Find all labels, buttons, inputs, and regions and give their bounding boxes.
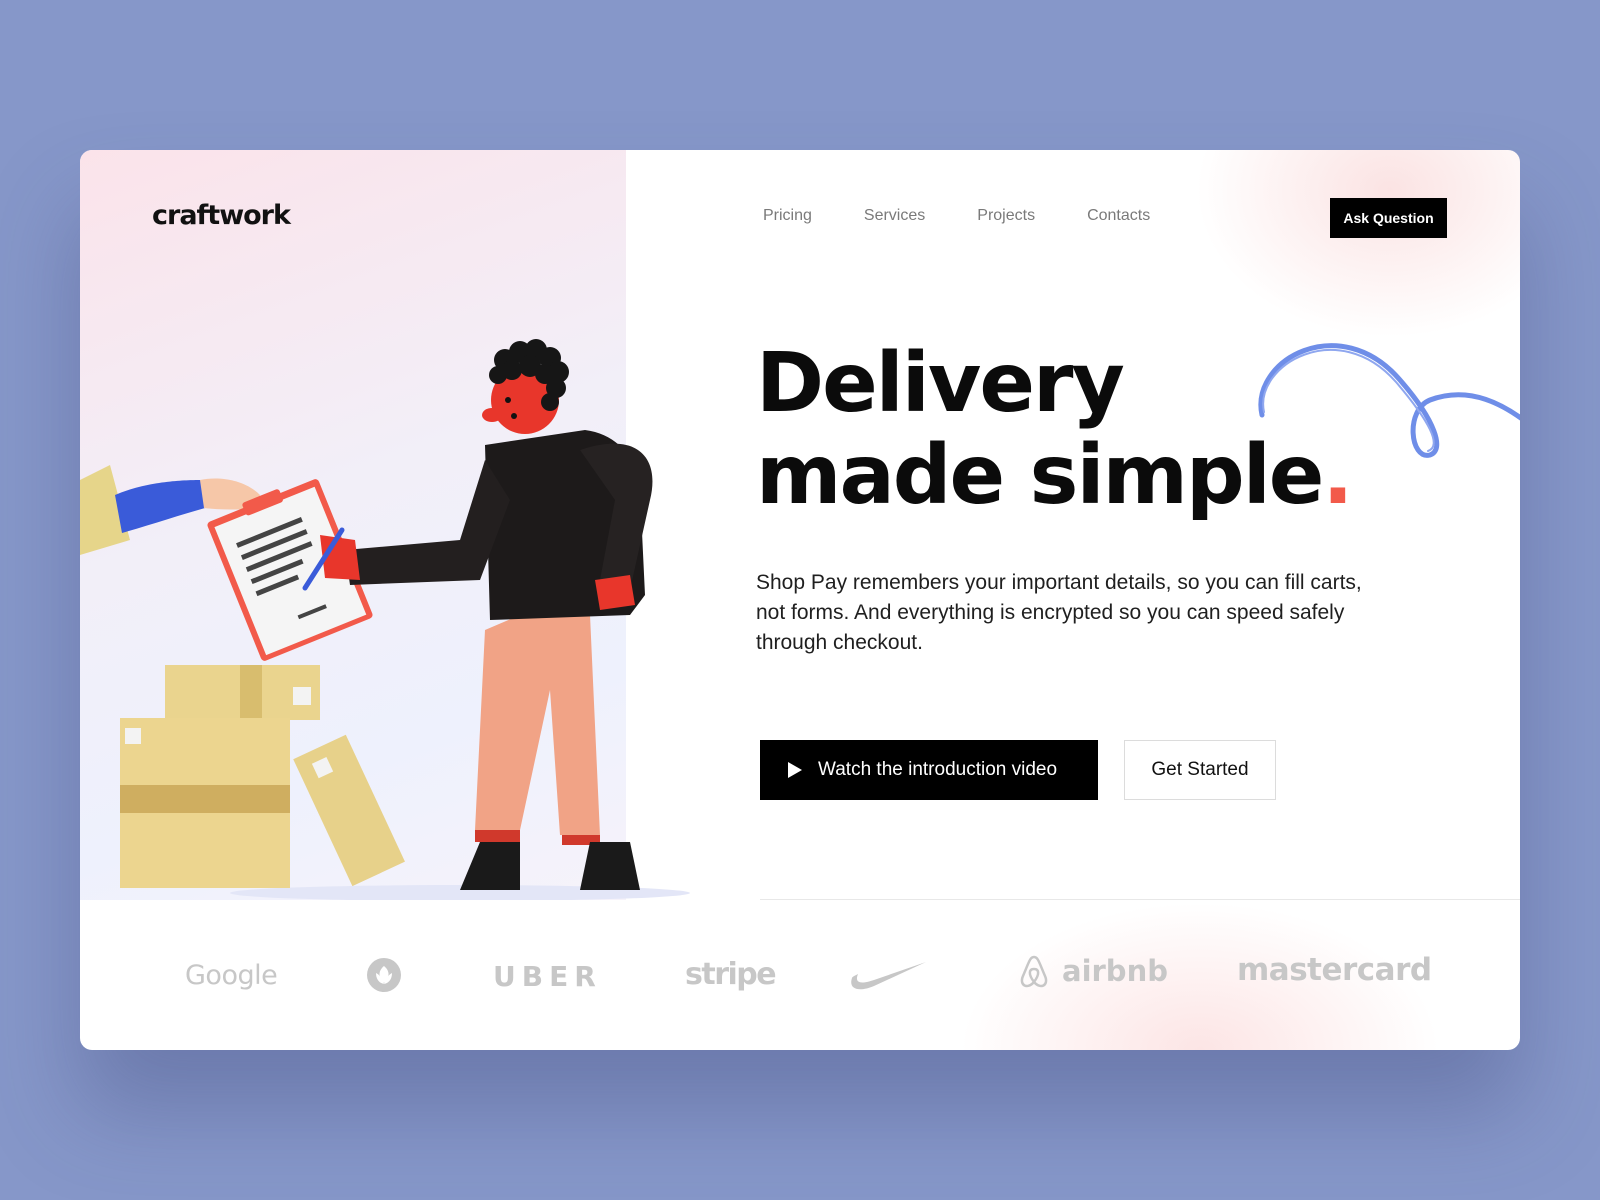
leaf-badge-icon [367, 958, 401, 992]
boxes-icon [120, 665, 405, 888]
hero-description: Shop Pay remembers your important detail… [756, 571, 1362, 654]
hero-title-line2: made simple [756, 428, 1324, 523]
get-started-button[interactable]: Get Started [1124, 740, 1276, 800]
watch-video-button[interactable]: Watch the introduction video [760, 740, 1098, 800]
partner-logos: Google UBER stripe airbnb mastercard [80, 930, 1520, 1020]
main-nav: Pricing Services Projects Contacts [763, 207, 1202, 225]
ask-question-button[interactable]: Ask Question [1330, 198, 1447, 238]
play-icon [788, 762, 802, 778]
landing-card: craftwork Pricing Services Projects Cont… [80, 150, 1520, 1050]
section-divider [760, 899, 1520, 900]
hero-title-line1: Delivery [756, 336, 1125, 431]
nav-item-pricing[interactable]: Pricing [763, 207, 812, 225]
partner-stripe: stripe [685, 957, 777, 992]
delivery-illustration [80, 339, 690, 900]
nav-item-services[interactable]: Services [864, 207, 925, 225]
partner-mastercard: mastercard [1237, 952, 1432, 988]
partner-uber: UBER [493, 960, 602, 993]
brand-logo[interactable]: craftwork [152, 200, 291, 231]
airbnb-logo-icon [1020, 955, 1048, 988]
partner-google: Google [185, 960, 278, 991]
watch-video-label: Watch the introduction video [818, 759, 1058, 780]
hero-title: Delivery made simple. [756, 336, 1354, 523]
nike-swoosh-icon [851, 962, 926, 990]
nav-item-contacts[interactable]: Contacts [1087, 207, 1150, 225]
partner-airbnb: airbnb [1062, 954, 1168, 988]
nav-item-projects[interactable]: Projects [977, 207, 1035, 225]
accent-dot: . [1322, 428, 1353, 523]
